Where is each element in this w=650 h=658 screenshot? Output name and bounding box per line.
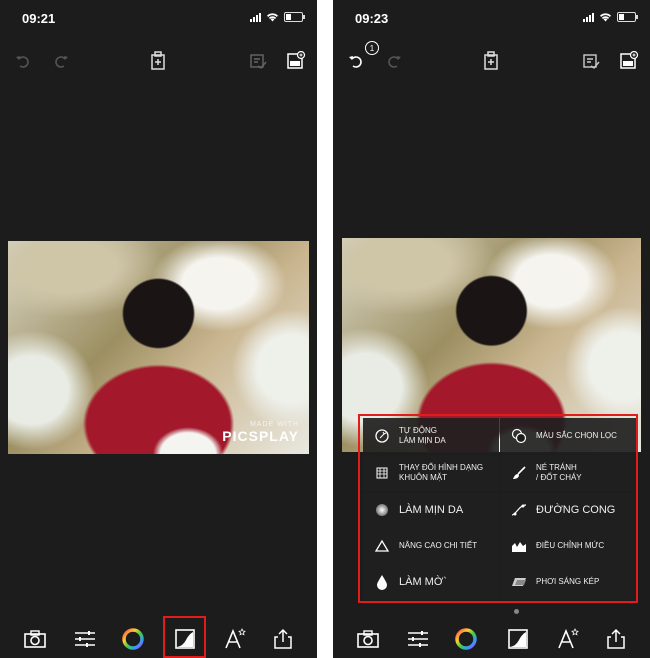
camera-icon[interactable]	[22, 626, 48, 652]
watermark: MADE WITH PICSPLAY	[222, 421, 299, 444]
color-wheel-icon[interactable]	[120, 626, 146, 652]
status-bar: 09:23	[333, 0, 650, 38]
text-icon[interactable]	[555, 626, 581, 652]
effects-icon[interactable]	[505, 626, 531, 652]
redo-icon[interactable]	[48, 48, 74, 74]
status-time: 09:23	[355, 11, 389, 26]
status-time: 09:21	[22, 11, 56, 26]
compare-icon[interactable]	[578, 48, 604, 74]
signal-icon	[583, 12, 594, 22]
save-photo-icon[interactable]	[283, 48, 309, 74]
wifi-icon	[267, 13, 278, 22]
menu-pointer	[514, 609, 519, 614]
share-icon[interactable]	[270, 626, 296, 652]
watermark-line1: MADE WITH	[249, 421, 299, 428]
bottom-toolbar	[0, 618, 317, 658]
camera-icon[interactable]	[355, 626, 381, 652]
bottom-toolbar	[333, 618, 650, 658]
battery-icon	[284, 12, 305, 22]
status-icons	[583, 12, 638, 22]
menu-highlight	[358, 414, 638, 603]
photo-canvas[interactable]: MADE WITH PICSPLAY	[8, 241, 309, 454]
watermark-line2: PICSPLAY	[222, 428, 299, 444]
wifi-icon	[600, 13, 611, 22]
status-icons	[250, 12, 305, 22]
undo-icon[interactable]	[343, 48, 369, 74]
undo-count-badge: 1	[365, 41, 379, 55]
screen-after: 09:23 1 TỰ ĐỘNG LÀM MỊN DA THAY ĐỔI HÌNH…	[333, 0, 650, 658]
info-save-icon[interactable]	[478, 48, 504, 74]
text-icon[interactable]	[222, 626, 248, 652]
redo-icon[interactable]	[381, 48, 407, 74]
undo-icon[interactable]	[10, 48, 36, 74]
battery-icon	[617, 12, 638, 22]
info-save-icon[interactable]	[145, 48, 171, 74]
compare-icon[interactable]	[245, 48, 271, 74]
status-bar: 09:21	[0, 0, 317, 38]
color-wheel-icon[interactable]	[453, 626, 479, 652]
save-photo-icon[interactable]	[616, 48, 642, 74]
screen-before: 09:21 MADE WITH PICSPLAY	[0, 0, 317, 658]
share-icon[interactable]	[603, 626, 629, 652]
selected-tool-highlight	[163, 616, 206, 658]
signal-icon	[250, 12, 261, 22]
adjust-icon[interactable]	[72, 626, 98, 652]
adjust-icon[interactable]	[405, 626, 431, 652]
